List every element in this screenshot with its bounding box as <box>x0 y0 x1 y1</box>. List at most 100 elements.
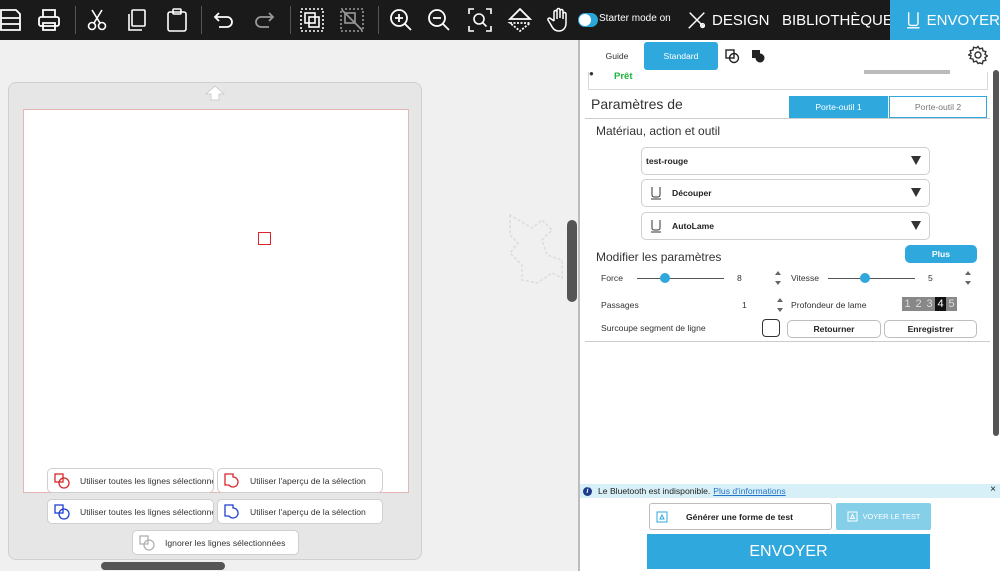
group-icon[interactable] <box>294 0 330 40</box>
close-icon[interactable]: × <box>990 484 996 495</box>
force-stepper[interactable] <box>774 271 782 285</box>
generate-test-button[interactable]: Générer une forme de test <box>649 503 832 530</box>
force-slider-knob[interactable] <box>659 273 670 283</box>
drag-preview-shape <box>508 213 563 284</box>
gear-icon[interactable] <box>968 45 988 65</box>
save-icon[interactable] <box>0 0 28 40</box>
blade-depth-label: Profondeur de lame <box>791 300 867 310</box>
blade-depth-digit[interactable]: 4 <box>935 297 946 311</box>
tool-select[interactable]: AutoLame <box>641 212 930 240</box>
action-select[interactable]: Découper <box>641 179 930 207</box>
red-square-shape[interactable] <box>258 232 271 245</box>
pan-hand-icon[interactable] <box>541 0 577 40</box>
flip-icon[interactable] <box>502 0 538 40</box>
chevron-down-icon <box>911 156 921 165</box>
starter-mode-label: Starter mode on <box>599 13 671 24</box>
blade-depth-picker[interactable]: 12345 <box>902 297 962 311</box>
blade-depth-digit[interactable]: 1 <box>902 297 913 311</box>
status-bullet: ● <box>589 69 594 78</box>
cut-option-label: Utiliser l'aperçu de la sélection <box>250 506 366 517</box>
copy-icon[interactable] <box>119 0 155 40</box>
blade-icon <box>907 12 920 29</box>
cut-icon[interactable] <box>79 0 115 40</box>
tab-send[interactable]: ENVOYER <box>890 0 1000 40</box>
tab-tool-holder-1[interactable]: Porte-outil 1 <box>789 96 888 118</box>
tab-design[interactable]: DESIGN <box>686 0 776 40</box>
chevron-down-icon <box>911 221 921 230</box>
shapes-outline-icon[interactable] <box>724 48 740 64</box>
use-all-lines-red-button[interactable]: Utiliser toutes les lignes sélectionnées <box>47 468 214 493</box>
test-shape-icon <box>847 511 858 522</box>
tab-standard[interactable]: Standard <box>644 42 718 70</box>
save-button[interactable]: Enregistrer <box>884 320 977 338</box>
test-shape-icon <box>656 511 668 522</box>
material-value: test-rouge <box>646 156 689 166</box>
starter-mode-toggle[interactable] <box>578 13 598 27</box>
speed-stepper[interactable] <box>964 271 972 285</box>
undo-icon[interactable] <box>206 0 242 40</box>
chevron-down-icon <box>911 188 921 197</box>
design-icon <box>688 12 706 29</box>
send-button[interactable]: ENVOYER <box>647 534 930 569</box>
tab-tool-holder-2[interactable]: Porte-outil 2 <box>889 96 987 118</box>
bluetooth-message: Le Bluetooth est indisponible. <box>598 486 711 496</box>
force-slider[interactable] <box>637 278 724 279</box>
red-outline-icon <box>224 472 239 488</box>
generate-test-label: Générer une forme de test <box>686 511 793 522</box>
tab-library[interactable]: BIBLIOTHÈQUE <box>778 0 890 40</box>
canvas-vertical-scrollbar[interactable] <box>567 220 577 302</box>
passes-label: Passages <box>601 300 639 310</box>
section-divider <box>585 118 990 119</box>
red-lines-icon <box>54 472 70 489</box>
shapes-filled-icon[interactable] <box>750 48 766 64</box>
tab-library-label: BIBLIOTHÈQUE <box>782 11 890 29</box>
bluetooth-notice: i Le Bluetooth est indisponible. Plus d'… <box>580 484 1000 498</box>
toolbar-separator <box>378 6 379 34</box>
blade-depth-digit[interactable]: 2 <box>913 297 924 311</box>
machine-image <box>864 70 950 74</box>
canvas-horizontal-scrollbar[interactable] <box>101 562 225 570</box>
blade-depth-digit[interactable]: 5 <box>946 297 957 311</box>
passes-stepper[interactable] <box>776 298 784 312</box>
overcut-label: Surcoupe segment de ligne <box>601 323 706 333</box>
tab-guide[interactable]: Guide <box>590 42 644 70</box>
zoom-fit-icon[interactable] <box>462 0 498 40</box>
top-toolbar: Starter mode on DESIGN BIBLIOTHÈQUE ENVO… <box>0 0 1000 40</box>
redo-icon[interactable] <box>246 0 282 40</box>
ungroup-icon[interactable] <box>334 0 370 40</box>
blue-lines-icon <box>54 503 70 520</box>
blue-outline-icon <box>224 503 239 519</box>
view-test-button[interactable]: VOYER LE TEST <box>836 503 931 530</box>
mode-tabs: Guide Standard <box>580 40 1000 72</box>
params-title: Paramètres de <box>591 96 683 112</box>
cut-option-label: Utiliser toutes les lignes sélectionnées <box>80 475 214 486</box>
material-select[interactable]: test-rouge <box>641 147 930 175</box>
feed-direction-arrow-icon <box>205 85 225 101</box>
speed-slider[interactable] <box>828 278 915 279</box>
more-info-link[interactable]: Plus d'informations <box>713 486 785 496</box>
more-button[interactable]: Plus <box>905 245 977 263</box>
toolbar-separator <box>290 6 291 34</box>
use-selection-preview-red-button[interactable]: Utiliser l'aperçu de la sélection <box>217 468 383 493</box>
speed-label: Vitesse <box>791 273 820 283</box>
design-canvas[interactable]: Utiliser toutes les lignes sélectionnées… <box>0 40 578 571</box>
section-divider <box>585 341 990 342</box>
media-sheet[interactable] <box>23 109 409 493</box>
zoom-in-icon[interactable] <box>383 0 419 40</box>
action-value: Découper <box>672 188 712 198</box>
overcut-checkbox[interactable] <box>762 319 780 337</box>
ignore-selected-lines-button[interactable]: Ignorer les lignes sélectionnées <box>132 530 299 555</box>
toolbar-separator <box>75 6 76 34</box>
speed-value: 5 <box>928 273 933 283</box>
paste-icon[interactable] <box>159 0 195 40</box>
return-button[interactable]: Retourner <box>787 320 881 338</box>
cut-option-label: Ignorer les lignes sélectionnées <box>165 537 286 548</box>
speed-slider-knob[interactable] <box>860 273 871 283</box>
blade-depth-digit[interactable]: 3 <box>924 297 935 311</box>
print-icon[interactable] <box>31 0 67 40</box>
zoom-out-icon[interactable] <box>421 0 457 40</box>
use-selection-preview-blue-button[interactable]: Utiliser l'aperçu de la sélection <box>217 499 383 524</box>
panel-vertical-scrollbar[interactable] <box>993 70 999 436</box>
blade-tool-icon <box>651 220 661 233</box>
use-all-lines-blue-button[interactable]: Utiliser toutes les lignes sélectionnées <box>47 499 214 524</box>
